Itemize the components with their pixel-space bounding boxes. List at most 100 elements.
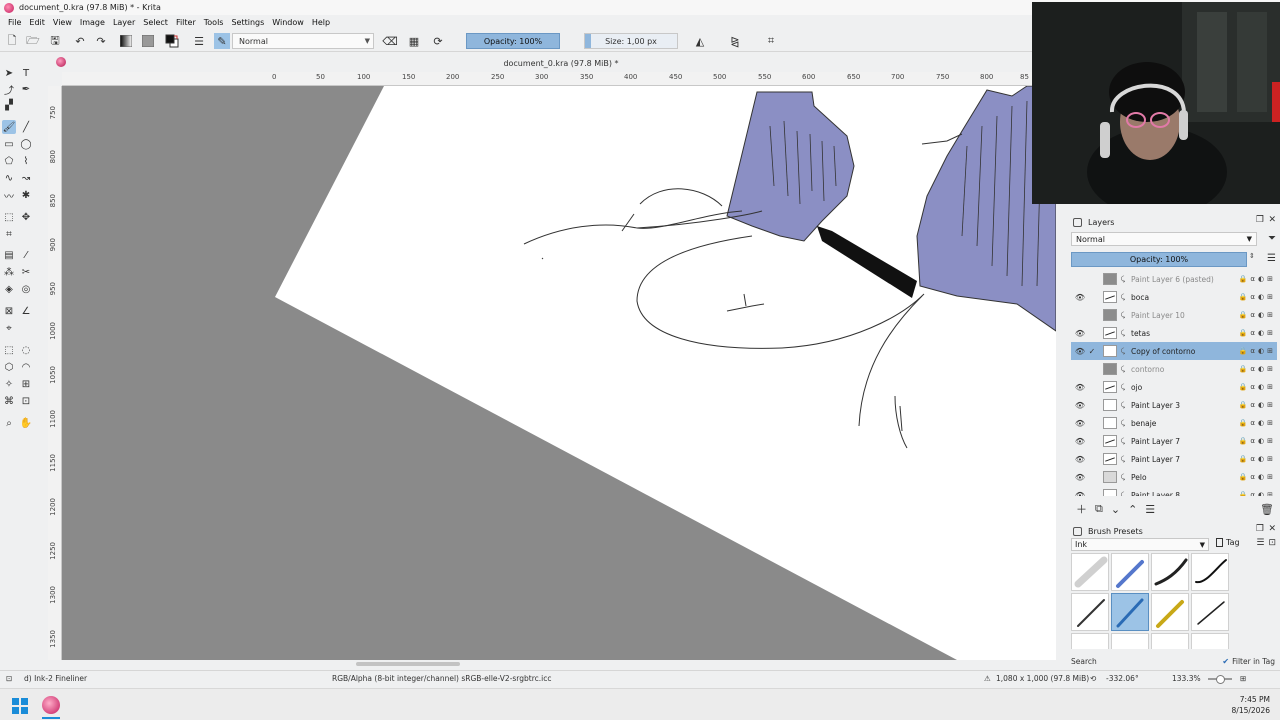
visibility-eye-icon[interactable]: 👁 <box>1073 347 1087 356</box>
inherit-alpha-icon[interactable]: ◐ <box>1258 311 1264 319</box>
lock-icon[interactable]: 🔒 <box>1239 329 1248 337</box>
reload-preset-icon[interactable]: ⟳ <box>430 33 446 49</box>
zoom-tool-icon[interactable]: ⌕ <box>2 416 16 430</box>
lock-icon[interactable]: 🔒 <box>1239 275 1248 283</box>
onion-skin-icon[interactable]: ⊞ <box>1267 419 1273 427</box>
edit-shapes-icon[interactable]: ⤴ <box>2 82 16 97</box>
brush-settings-icon[interactable]: ☰ <box>191 33 207 49</box>
select-shapes-icon[interactable]: ➤ <box>2 66 16 80</box>
fit-view-icon[interactable]: ⊞ <box>1240 674 1246 683</box>
wrap-around-icon[interactable]: ⌗ <box>763 33 779 49</box>
onion-skin-icon[interactable]: ⊞ <box>1267 365 1273 373</box>
inherit-alpha-icon[interactable]: ◐ <box>1258 401 1264 409</box>
preserve-alpha-icon[interactable]: ▦ <box>406 33 422 49</box>
lock-icon[interactable]: 🔒 <box>1239 383 1248 391</box>
menu-window[interactable]: Window <box>268 18 308 27</box>
filter-in-tag-checkbox[interactable]: ✔ Filter in Tag <box>1222 657 1275 666</box>
rect-select-icon[interactable]: ⬚ <box>2 343 16 357</box>
brush-preset-icon[interactable]: ✎ <box>214 33 230 49</box>
float-docker-icon[interactable]: ❐ <box>1256 215 1264 225</box>
visibility-eye-icon[interactable]: 👁 <box>1073 491 1087 497</box>
inherit-alpha-icon[interactable]: ◐ <box>1258 419 1264 427</box>
onion-skin-icon[interactable]: ⊞ <box>1267 437 1273 445</box>
inherit-alpha-icon[interactable]: ◐ <box>1258 455 1264 463</box>
lock-icon[interactable]: 🔒 <box>1239 491 1248 496</box>
brush-preset[interactable] <box>1071 633 1109 649</box>
brush-preset[interactable] <box>1151 633 1189 649</box>
brush-preset[interactable] <box>1071 553 1109 591</box>
add-layer-icon[interactable]: ＋ <box>1076 501 1087 517</box>
contiguous-select-icon[interactable]: ✧ <box>2 377 16 391</box>
onion-skin-icon[interactable]: ⊞ <box>1267 473 1273 481</box>
layer-row[interactable]: 👁 ⤹ tetas 🔒 α ◐ ⊞ <box>1071 324 1277 342</box>
gradient-icon[interactable] <box>118 33 134 49</box>
enclose-fill-icon[interactable]: ◎ <box>19 282 33 296</box>
ellipse-tool-icon[interactable]: ◯ <box>19 137 33 151</box>
drawing-canvas[interactable] <box>62 86 1056 660</box>
freehand-brush-icon[interactable]: 🖌 <box>2 120 16 134</box>
line-tool-icon[interactable]: ╱ <box>19 120 33 134</box>
brush-preset[interactable] <box>1191 633 1229 649</box>
system-clock[interactable]: 7:45 PM 8/15/2026 <box>1232 694 1270 716</box>
mirror-vertical-icon[interactable]: ⧎ <box>727 33 743 49</box>
onion-skin-icon[interactable]: ⊞ <box>1267 347 1273 355</box>
brush-preset[interactable] <box>1111 593 1149 631</box>
pattern-icon[interactable] <box>140 33 156 49</box>
menu-view[interactable]: View <box>49 18 76 27</box>
visibility-eye-icon[interactable]: 👁 <box>1073 401 1087 410</box>
move-tool-icon[interactable]: ✥ <box>19 210 33 224</box>
layer-options-icon[interactable]: ☰ <box>1267 253 1276 264</box>
delete-layer-icon[interactable]: 🗑 <box>1260 503 1274 516</box>
dynamic-brush-icon[interactable]: 〰 <box>2 188 16 203</box>
document-tab[interactable]: document_0.kra (97.8 MiB) * <box>66 55 1056 71</box>
layer-select-checkbox[interactable]: ✓ <box>1087 347 1097 356</box>
move-layer-up-icon[interactable]: ⌃ <box>1128 503 1137 516</box>
opacity-slider[interactable]: Opacity: 100% <box>466 33 560 49</box>
bezier-select-icon[interactable]: ⌘ <box>2 394 16 408</box>
brush-preset[interactable] <box>1151 593 1189 631</box>
windows-start-icon[interactable] <box>12 698 28 714</box>
onion-skin-icon[interactable]: ⊞ <box>1267 401 1273 409</box>
polygon-select-icon[interactable]: ⬡ <box>2 360 16 374</box>
visibility-eye-icon[interactable]: 👁 <box>1073 329 1087 338</box>
layer-row[interactable]: 👁 ⤹ Pelo 🔒 α ◐ ⊞ <box>1071 468 1277 486</box>
layer-blend-mode-select[interactable]: Normal ▼ <box>1071 232 1257 246</box>
lock-icon[interactable]: 🔒 <box>1239 401 1248 409</box>
pan-tool-icon[interactable]: ✋ <box>19 416 33 430</box>
inherit-alpha-icon[interactable]: ◐ <box>1258 365 1264 373</box>
color-selector-icon[interactable] <box>164 33 180 49</box>
float-docker-icon[interactable]: ❐ <box>1256 524 1264 534</box>
lock-icon[interactable]: 🔒 <box>1239 437 1248 445</box>
brush-preset[interactable] <box>1191 553 1229 591</box>
rectangle-tool-icon[interactable]: ▭ <box>2 137 16 151</box>
fill-tool-icon[interactable]: ◈ <box>2 282 16 296</box>
text-tool-icon[interactable]: T <box>19 66 33 80</box>
inherit-alpha-icon[interactable]: ◐ <box>1258 473 1264 481</box>
menu-select[interactable]: Select <box>139 18 172 27</box>
brush-preset[interactable] <box>1111 633 1149 649</box>
lock-icon[interactable]: 🔒 <box>1239 473 1248 481</box>
layer-row[interactable]: 👁 ⤹ benaje 🔒 α ◐ ⊞ <box>1071 414 1277 432</box>
layer-properties-icon[interactable]: ☰ <box>1145 503 1155 516</box>
menu-edit[interactable]: Edit <box>25 18 49 27</box>
lock-icon[interactable]: 🔒 <box>1239 455 1248 463</box>
scrollbar-thumb[interactable] <box>356 662 460 666</box>
onion-skin-icon[interactable]: ⊞ <box>1267 329 1273 337</box>
inherit-alpha-icon[interactable]: ◐ <box>1258 437 1264 445</box>
inherit-alpha-icon[interactable]: ◐ <box>1258 347 1264 355</box>
polyline-tool-icon[interactable]: ⌇ <box>19 154 33 168</box>
alpha-lock-icon[interactable]: α <box>1250 383 1255 391</box>
krita-taskbar-icon[interactable] <box>42 696 60 714</box>
layer-opacity-slider[interactable]: Opacity: 100% <box>1071 252 1247 267</box>
bezier-tool-icon[interactable]: ∿ <box>2 171 16 185</box>
onion-skin-icon[interactable]: ⊞ <box>1267 491 1273 496</box>
alpha-lock-icon[interactable]: α <box>1250 419 1255 427</box>
measure-tool-icon[interactable]: ∠ <box>19 304 33 318</box>
canvas-rotation[interactable]: -332.06° <box>1106 674 1139 683</box>
magnetic-select-icon[interactable]: ⊡ <box>19 394 33 408</box>
alpha-lock-icon[interactable]: α <box>1250 347 1255 355</box>
brush-preset[interactable] <box>1191 593 1229 631</box>
lock-icon[interactable]: 🔒 <box>1239 365 1248 373</box>
transform-tool-icon[interactable]: ⬚ <box>2 210 16 224</box>
layer-row[interactable]: 👁 ⤹ Paint Layer 7 🔒 α ◐ ⊞ <box>1071 450 1277 468</box>
